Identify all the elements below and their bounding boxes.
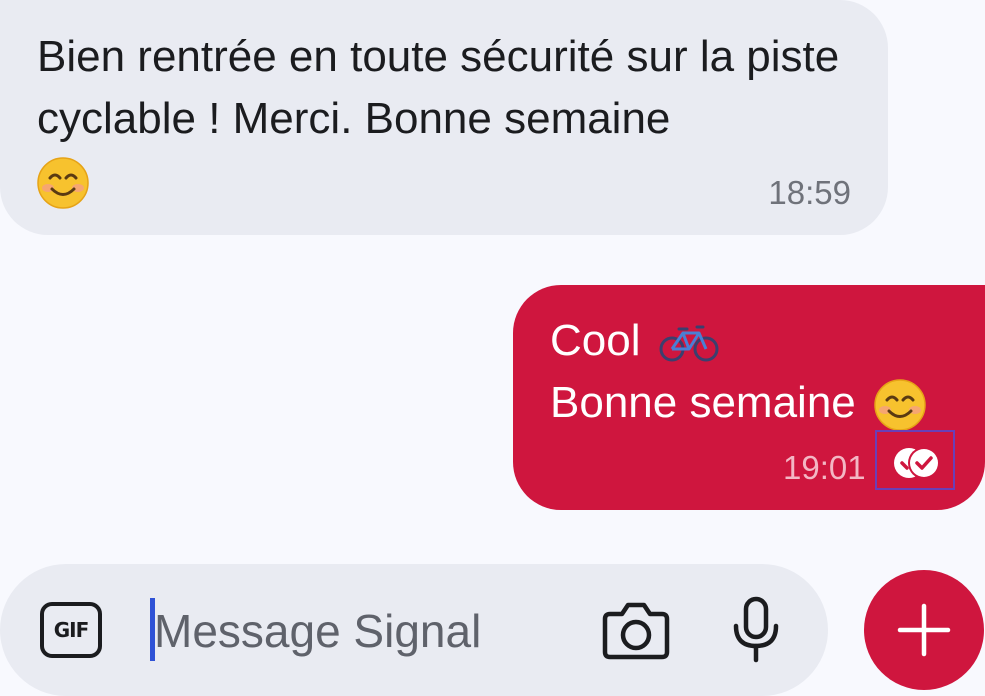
outgoing-line-2-text: Bonne semaine	[550, 378, 856, 427]
outgoing-message-time: 19:01	[783, 449, 866, 486]
incoming-message-time: 18:59	[768, 174, 851, 211]
plus-icon	[897, 603, 951, 657]
incoming-message-bubble[interactable]: Bien rentrée en toute sécurité sur la pi…	[0, 0, 888, 235]
incoming-message-text: Bien rentrée en toute sécurité sur la pi…	[37, 32, 840, 143]
smiling-face-icon	[37, 157, 89, 210]
read-receipt-icon	[875, 430, 955, 490]
signal-chat-screen: Bien rentrée en toute sécurité sur la pi…	[0, 0, 985, 696]
microphone-icon[interactable]	[727, 596, 785, 664]
incoming-message-text-block: Bien rentrée en toute sécurité sur la pi…	[37, 26, 857, 212]
gif-button[interactable]: GIF	[40, 602, 102, 658]
outgoing-line-1: Cool	[550, 315, 719, 367]
message-input[interactable]: Message Signal	[154, 600, 481, 662]
smiling-face-icon	[874, 379, 926, 432]
add-attachment-button[interactable]	[864, 570, 984, 690]
outgoing-message-bubble[interactable]: Cool Bonne semaine 19:01	[513, 285, 985, 510]
bicycle-icon	[659, 325, 719, 362]
outgoing-line-1-text: Cool	[550, 316, 641, 365]
camera-icon[interactable]	[600, 598, 672, 662]
outgoing-line-2: Bonne semaine	[550, 377, 926, 432]
